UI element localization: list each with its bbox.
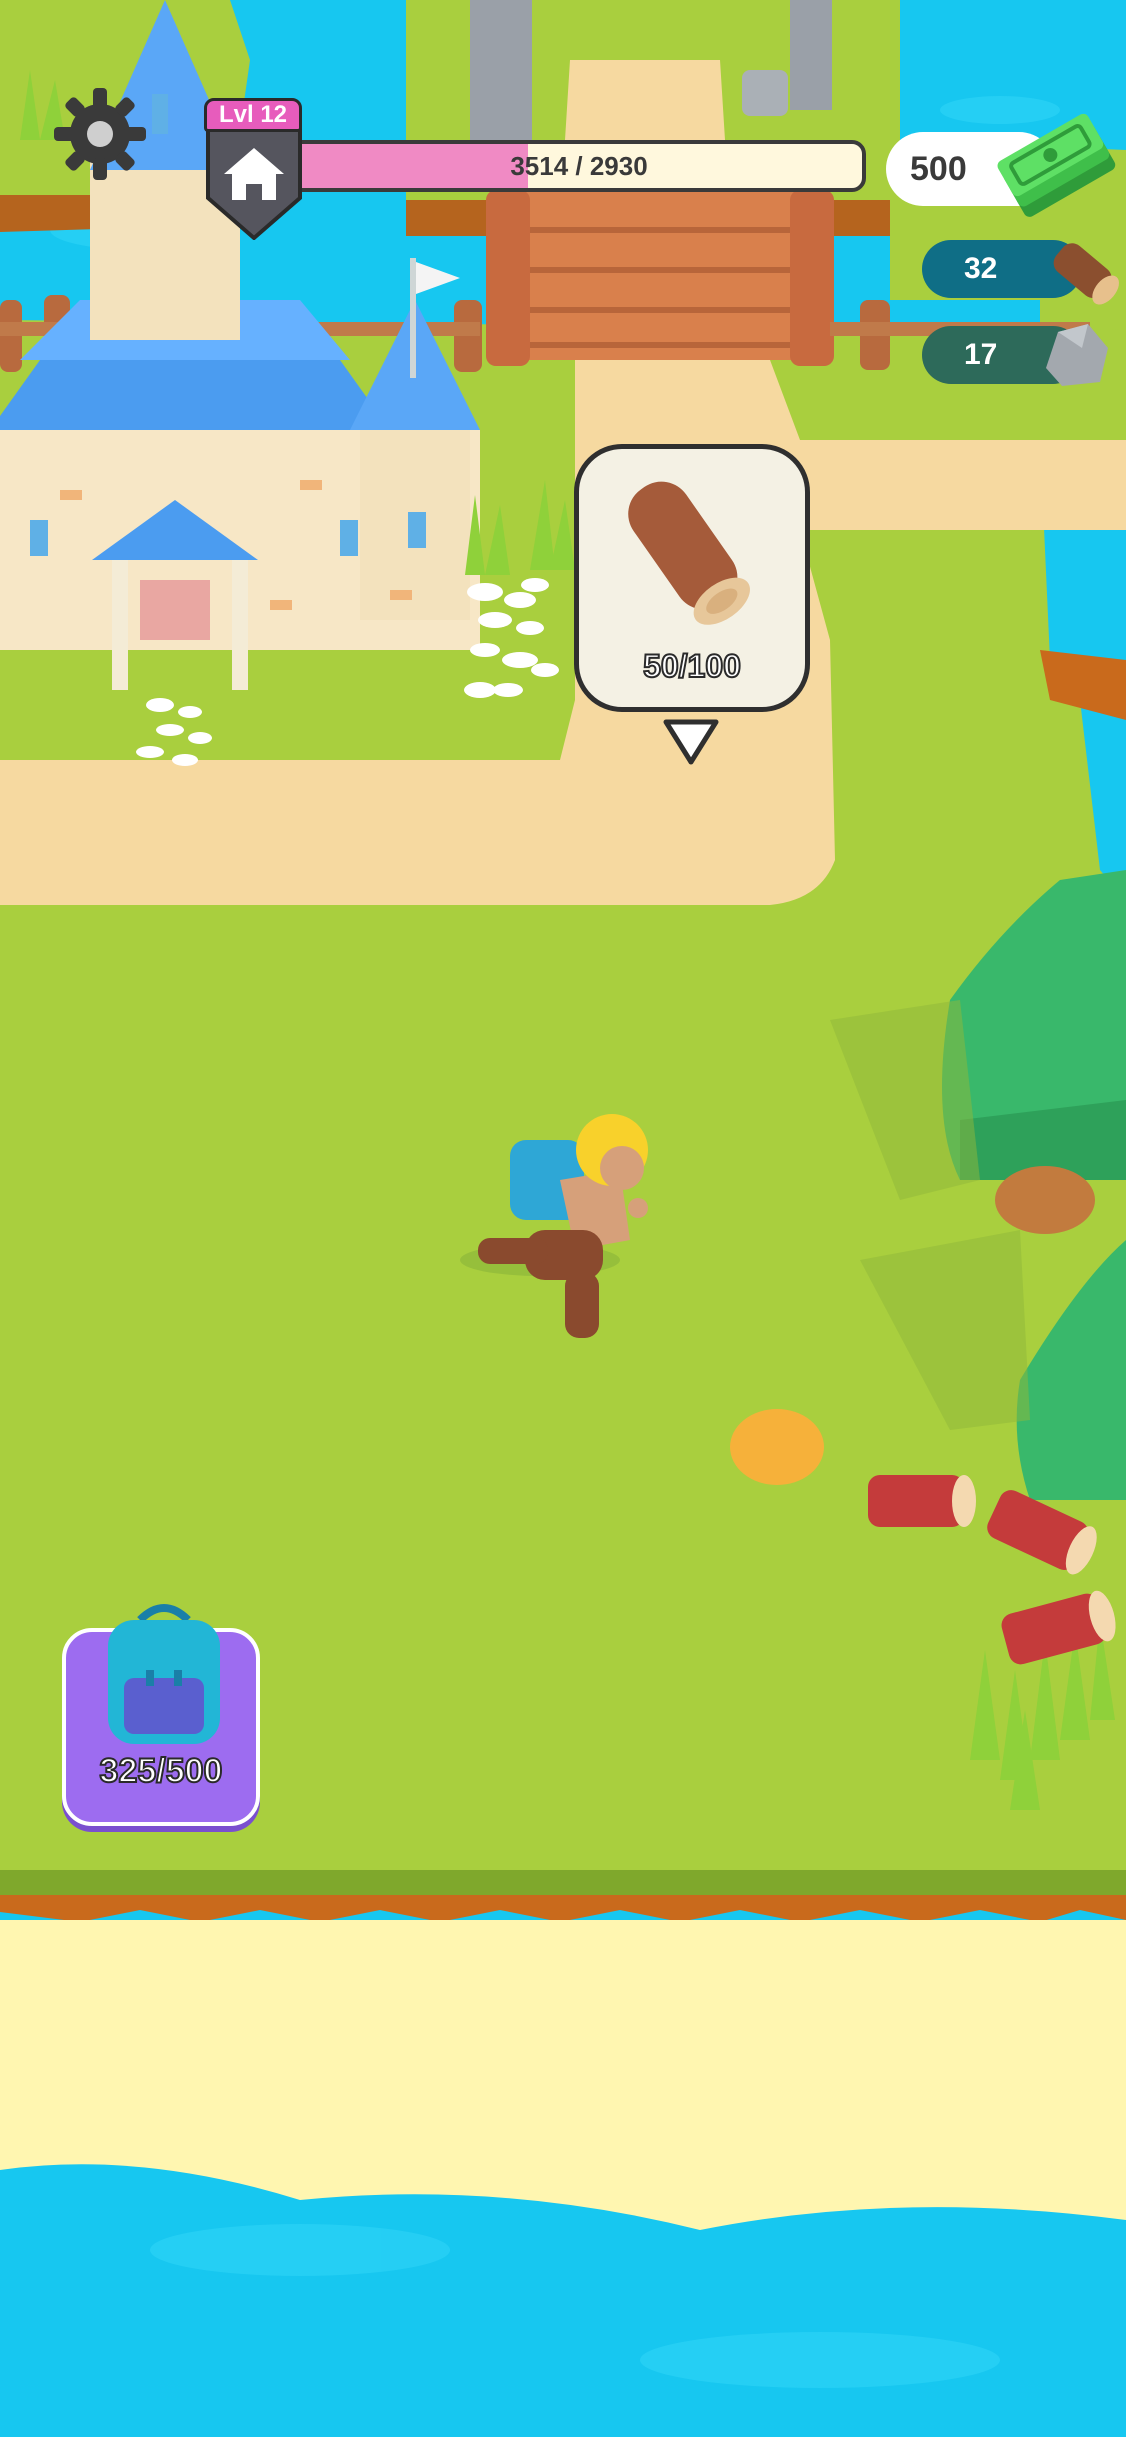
wood-count: 32 [964, 252, 998, 285]
xp-progress-bar: 3514 / 2930 [292, 140, 866, 192]
level-label: Lvl 12 [204, 98, 302, 132]
settings-gear-icon[interactable] [54, 88, 146, 180]
backpack-capacity: 325/500 [99, 1751, 224, 1791]
cash-value: 500 [910, 149, 967, 188]
chevron-down-icon [663, 719, 719, 765]
resource-request-progress: 50/100 [642, 647, 742, 685]
log-icon [628, 481, 750, 625]
xp-progress-text: 3514 / 2930 [510, 150, 648, 181]
stone-count: 17 [964, 338, 998, 371]
wood-log-icon [1053, 243, 1119, 305]
backpack-icon [108, 1604, 220, 1744]
cash-stack-icon [997, 113, 1116, 217]
stone-icon [1046, 324, 1108, 386]
